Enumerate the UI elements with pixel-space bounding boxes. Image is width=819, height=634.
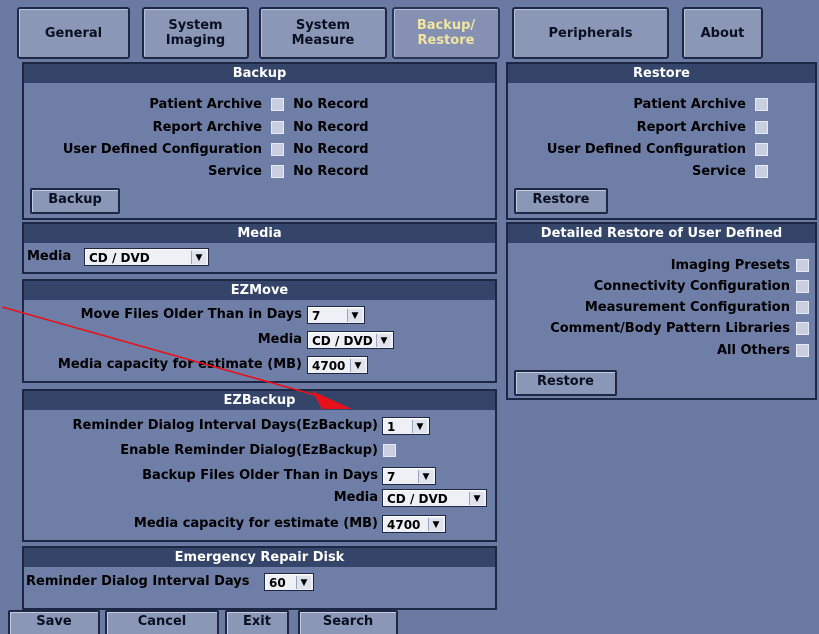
annotation-arrow-line	[1, 306, 323, 398]
annotation-arrow	[1, 306, 352, 409]
annotation-arrow-head	[312, 391, 352, 409]
